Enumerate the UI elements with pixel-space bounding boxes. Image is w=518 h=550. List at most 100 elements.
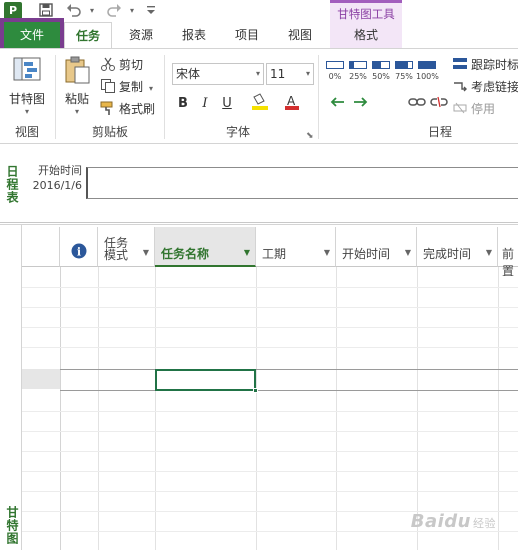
percent-complete-0-button[interactable]: 0% xyxy=(324,59,346,89)
scissors-icon xyxy=(101,57,115,71)
undo-icon[interactable] xyxy=(66,3,82,19)
tab-task[interactable]: 任务 xyxy=(64,22,112,49)
paste-icon xyxy=(65,56,90,84)
selected-row-top-border xyxy=(60,369,518,370)
fill-handle[interactable] xyxy=(253,388,258,393)
info-icon: i xyxy=(71,243,87,259)
column-header-indicators[interactable]: i xyxy=(60,227,98,267)
column-filter-icon[interactable]: ▼ xyxy=(244,248,250,257)
select-all-corner[interactable] xyxy=(22,227,60,267)
row-divider xyxy=(22,471,518,472)
gantt-dropdown-icon: ▾ xyxy=(24,107,29,116)
timeline-pane: 日程表 开始时间 2016/1/6 xyxy=(0,145,518,223)
column-filter-icon[interactable]: ▼ xyxy=(324,248,330,257)
font-size-select[interactable]: 11 ▾ xyxy=(266,63,314,85)
redo-dropdown-icon[interactable]: ▾ xyxy=(124,3,140,19)
column-filter-icon[interactable]: ▼ xyxy=(143,248,149,257)
column-header-task-mode[interactable]: 任务 模式 ▼ xyxy=(98,227,155,267)
tab-report[interactable]: 报表 xyxy=(170,22,218,48)
tab-view[interactable]: 视图 xyxy=(276,22,324,48)
group-separator xyxy=(318,55,319,139)
unlink-tasks-icon[interactable] xyxy=(428,95,450,117)
svg-text:i: i xyxy=(77,246,81,259)
indent-icon[interactable] xyxy=(350,95,372,117)
font-name-select[interactable]: 宋体 ▾ xyxy=(172,63,264,85)
timeline-side-tab[interactable]: 日程表 xyxy=(0,145,20,223)
gantt-view: 甘特图 i 任务 模式 ▼ 任务名称 ▼ 工期 ▼ 开始时间 ▼ 完成时间 ▼ … xyxy=(0,224,518,550)
task-name-label: 任务名称 xyxy=(161,247,210,261)
percent-bar-icon xyxy=(372,61,390,69)
copy-dropdown-icon: ▾ xyxy=(149,84,154,93)
inactivate-label: 停用 xyxy=(471,102,496,116)
percent-complete-25-button[interactable]: 25% xyxy=(347,59,369,89)
tab-resource[interactable]: 资源 xyxy=(116,22,166,48)
format-painter-button[interactable]: 格式刷 xyxy=(100,99,155,119)
column-filter-icon[interactable]: ▼ xyxy=(405,248,411,257)
timeline-bar[interactable] xyxy=(86,167,518,199)
inactivate-icon xyxy=(453,102,467,114)
percent-label: 0% xyxy=(328,72,342,81)
undo-dropdown-icon[interactable]: ▾ xyxy=(84,3,100,19)
save-icon[interactable] xyxy=(38,3,54,19)
ribbon: 甘特图 ▾ 视图 粘贴 ▾ 剪切 复制 ▾ 格式刷 剪贴板 宋体 ▾ 11 ▾ B… xyxy=(0,48,518,144)
selected-row-bottom-border xyxy=(60,390,518,391)
tab-format[interactable]: 格式 xyxy=(330,22,402,48)
gantt-chart-label: 甘特图 xyxy=(8,92,45,106)
highlight-color-button[interactable] xyxy=(246,93,274,115)
track-label: 跟踪时标 xyxy=(471,58,518,72)
column-filter-icon[interactable]: ▼ xyxy=(486,248,492,257)
respect-links-button[interactable]: 考虑链接 xyxy=(452,77,518,97)
redo-icon[interactable] xyxy=(106,3,122,19)
gantt-chart-button[interactable]: 甘特图 ▾ xyxy=(4,55,50,116)
view-group-label: 视图 xyxy=(14,125,39,139)
timeline-start-label: 开始时间 xyxy=(38,164,82,177)
inactivate-button[interactable]: 停用 xyxy=(452,99,495,119)
font-group-label: 字体 xyxy=(225,125,250,139)
tab-file[interactable]: 文件 xyxy=(0,18,64,52)
font-name-dropdown-icon: ▾ xyxy=(255,69,260,78)
percent-complete-50-button[interactable]: 50% xyxy=(370,59,392,89)
column-header-task-name[interactable]: 任务名称 ▼ xyxy=(155,227,256,267)
font-name-value: 宋体 xyxy=(176,67,201,81)
copy-button[interactable]: 复制 ▾ xyxy=(100,77,153,97)
bold-button[interactable]: B xyxy=(172,93,194,115)
font-color-icon: A xyxy=(285,94,299,110)
selected-row-header[interactable] xyxy=(22,369,60,389)
track-icon xyxy=(453,58,467,69)
font-dialog-launcher-icon[interactable]: ⬊ xyxy=(306,131,314,141)
baidu-watermark: Baidu 经验 xyxy=(410,511,496,532)
respect-links-icon xyxy=(454,82,467,92)
underline-button[interactable]: U xyxy=(216,93,238,115)
task-sheet-grid: i 任务 模式 ▼ 任务名称 ▼ 工期 ▼ 开始时间 ▼ 完成时间 ▼ 前置 xyxy=(22,225,518,550)
ribbon-tabs: 文件 任务 资源 报表 项目 视图 格式 xyxy=(0,18,518,52)
gantt-side-tab[interactable]: 甘特图 xyxy=(0,225,22,550)
customize-qat-icon[interactable] xyxy=(146,4,156,18)
finish-label: 完成时间 xyxy=(423,247,472,261)
column-header-start[interactable]: 开始时间 ▼ xyxy=(336,227,417,267)
paste-dropdown-icon: ▾ xyxy=(74,107,79,116)
active-cell-task-name[interactable] xyxy=(155,369,258,393)
gantt-side-label: 甘特图 xyxy=(5,506,19,545)
start-label: 开始时间 xyxy=(342,247,391,261)
paste-button[interactable]: 粘贴 ▾ xyxy=(60,55,94,116)
quick-access-toolbar: P ▾ ▾ xyxy=(0,0,518,22)
font-color-button[interactable]: A xyxy=(280,93,306,115)
row-divider xyxy=(22,411,518,412)
italic-button[interactable]: I xyxy=(194,93,216,115)
tab-project[interactable]: 项目 xyxy=(222,22,272,48)
outdent-icon[interactable] xyxy=(326,95,348,117)
column-header-finish[interactable]: 完成时间 ▼ xyxy=(417,227,498,267)
timeline-start-date: 2016/1/6 xyxy=(32,179,82,192)
link-tasks-icon[interactable] xyxy=(406,95,428,117)
svg-text:A: A xyxy=(287,94,296,108)
cut-button[interactable]: 剪切 xyxy=(100,55,143,75)
percent-complete-100-button[interactable]: 100% xyxy=(416,59,439,89)
percent-bar-icon xyxy=(349,61,367,69)
column-header-duration[interactable]: 工期 ▼ xyxy=(256,227,336,267)
respect-links-label: 考虑链接 xyxy=(471,80,518,94)
track-on-timeline-button[interactable]: 跟踪时标 xyxy=(452,55,518,75)
row-divider xyxy=(22,491,518,492)
font-size-value: 11 xyxy=(270,67,286,81)
column-header-predecessors[interactable]: 前置 xyxy=(498,227,518,278)
percent-complete-75-button[interactable]: 75% xyxy=(393,59,415,89)
